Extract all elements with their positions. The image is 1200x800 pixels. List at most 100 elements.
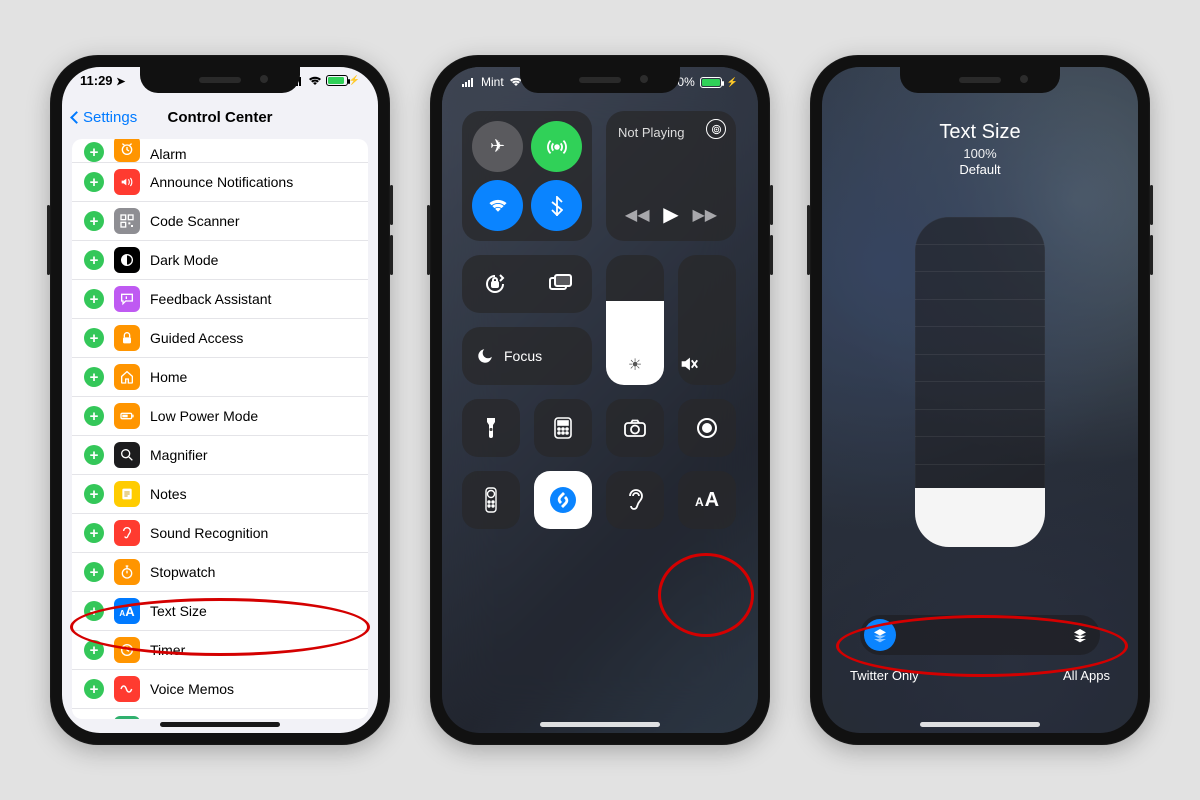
add-button[interactable]: + <box>84 523 104 543</box>
list-item-label: Low Power Mode <box>150 408 258 424</box>
feedback-icon <box>114 286 140 312</box>
text-size-slider[interactable] <box>915 217 1045 547</box>
connectivity-tile[interactable]: ✈ <box>462 111 592 241</box>
airplay-icon[interactable] <box>706 119 726 139</box>
scope-right-label: All Apps <box>1063 668 1110 683</box>
location-icon: ➤ <box>116 76 125 88</box>
list-item-label: Timer <box>150 642 185 658</box>
add-button[interactable]: + <box>84 250 104 270</box>
brightness-slider[interactable]: ☀ <box>606 255 664 385</box>
add-button[interactable]: + <box>84 679 104 699</box>
scope-selector[interactable] <box>860 615 1100 655</box>
media-tile[interactable]: Not Playing ◀◀ ▶ ▶▶ <box>606 111 736 241</box>
screen-record-button[interactable] <box>678 399 736 457</box>
scope-left-label: Twitter Only <box>850 668 919 683</box>
add-button[interactable]: + <box>84 211 104 231</box>
back-button[interactable]: Settings <box>72 109 137 126</box>
add-button[interactable]: + <box>84 601 104 621</box>
scope-all-apps-button[interactable] <box>1064 619 1096 651</box>
lock-icon <box>114 325 140 351</box>
text-size-button[interactable]: AA <box>678 471 736 529</box>
bluetooth-button[interactable] <box>531 180 582 231</box>
apple-tv-remote-button[interactable] <box>462 471 520 529</box>
list-item[interactable]: + Timer <box>72 631 368 670</box>
volume-slider[interactable] <box>678 255 736 385</box>
battery-icon <box>700 77 722 88</box>
airplane-mode-button[interactable]: ✈ <box>472 121 523 172</box>
add-button[interactable]: + <box>84 367 104 387</box>
alarm-icon <box>114 139 140 162</box>
list-item[interactable]: +Guided Access <box>72 319 368 358</box>
speaker-muted-icon <box>678 353 736 375</box>
timer-icon <box>114 637 140 663</box>
announce-icon <box>114 169 140 195</box>
list-item[interactable]: +AAText Size <box>72 592 368 631</box>
home-icon <box>114 364 140 390</box>
chevron-left-icon <box>70 111 83 124</box>
add-button[interactable]: + <box>84 289 104 309</box>
forward-button[interactable]: ▶▶ <box>692 205 717 225</box>
text-size-percent: 100% <box>822 146 1138 161</box>
qr-icon <box>114 208 140 234</box>
add-button[interactable]: + <box>84 328 104 348</box>
cellular-data-button[interactable] <box>531 121 582 172</box>
notch <box>520 67 680 93</box>
home-indicator[interactable] <box>540 722 660 727</box>
darkmode-icon <box>114 247 140 273</box>
wifi-button[interactable] <box>472 180 523 231</box>
add-button[interactable]: + <box>84 719 104 720</box>
calculator-button[interactable] <box>534 399 592 457</box>
lock-mirror-tile <box>462 255 592 313</box>
wifi-icon <box>308 76 322 86</box>
rewind-button[interactable]: ◀◀ <box>625 205 650 225</box>
add-button[interactable]: + <box>84 640 104 660</box>
notes-icon <box>114 481 140 507</box>
add-button[interactable]: + <box>84 406 104 426</box>
list-item[interactable]: + Code Scanner <box>72 202 368 241</box>
list-item[interactable]: + Low Power Mode <box>72 397 368 436</box>
add-button[interactable]: + <box>84 445 104 465</box>
list-item-label: Announce Notifications <box>150 174 293 190</box>
phone-control-center: Mint ➤ 100% ⚡ ✈ <box>430 55 770 745</box>
scope-app-only-button[interactable] <box>864 619 896 651</box>
list-item[interactable]: + Dark Mode <box>72 241 368 280</box>
list-item[interactable]: +Stopwatch <box>72 553 368 592</box>
list-item-label: Notes <box>150 486 187 502</box>
notch <box>140 67 300 93</box>
flashlight-button[interactable] <box>462 399 520 457</box>
list-item[interactable]: + Announce Notifications <box>72 163 368 202</box>
list-item[interactable]: +Alarm <box>72 139 368 163</box>
stopwatch-icon <box>114 559 140 585</box>
add-button[interactable]: + <box>84 142 104 162</box>
home-indicator[interactable] <box>920 722 1040 727</box>
orientation-lock-button[interactable] <box>462 255 527 313</box>
list-item[interactable]: +Sound Recognition <box>72 514 368 553</box>
notch <box>900 67 1060 93</box>
focus-button[interactable]: Focus <box>462 327 592 385</box>
list-item-label: Code Scanner <box>150 213 240 229</box>
list-item-label: Dark Mode <box>150 252 218 268</box>
add-button[interactable]: + <box>84 172 104 192</box>
camera-button[interactable] <box>606 399 664 457</box>
list-item[interactable]: + Voice Memos <box>72 670 368 709</box>
shazam-button[interactable] <box>534 471 592 529</box>
sun-icon: ☀ <box>606 355 664 375</box>
list-item[interactable]: + Notes <box>72 475 368 514</box>
list-item-label: Voice Memos <box>150 681 234 697</box>
play-button[interactable]: ▶ <box>663 202 678 227</box>
controls-list[interactable]: +Alarm+Announce Notifications+Code Scann… <box>72 139 368 719</box>
phone-text-size: Text Size 100% Default Twitter Only <box>810 55 1150 745</box>
signal-icon <box>462 77 476 87</box>
add-button[interactable]: + <box>84 484 104 504</box>
text-size-title: Text Size <box>822 121 1138 144</box>
add-button[interactable]: + <box>84 562 104 582</box>
magnifier-icon <box>114 442 140 468</box>
list-item[interactable]: +Wallet <box>72 709 368 719</box>
screen-mirroring-button[interactable] <box>527 255 592 313</box>
home-indicator[interactable] <box>160 722 280 727</box>
list-item[interactable]: +Home <box>72 358 368 397</box>
list-item[interactable]: +Magnifier <box>72 436 368 475</box>
list-item[interactable]: +Feedback Assistant <box>72 280 368 319</box>
battery-icon <box>114 403 140 429</box>
hearing-button[interactable] <box>606 471 664 529</box>
